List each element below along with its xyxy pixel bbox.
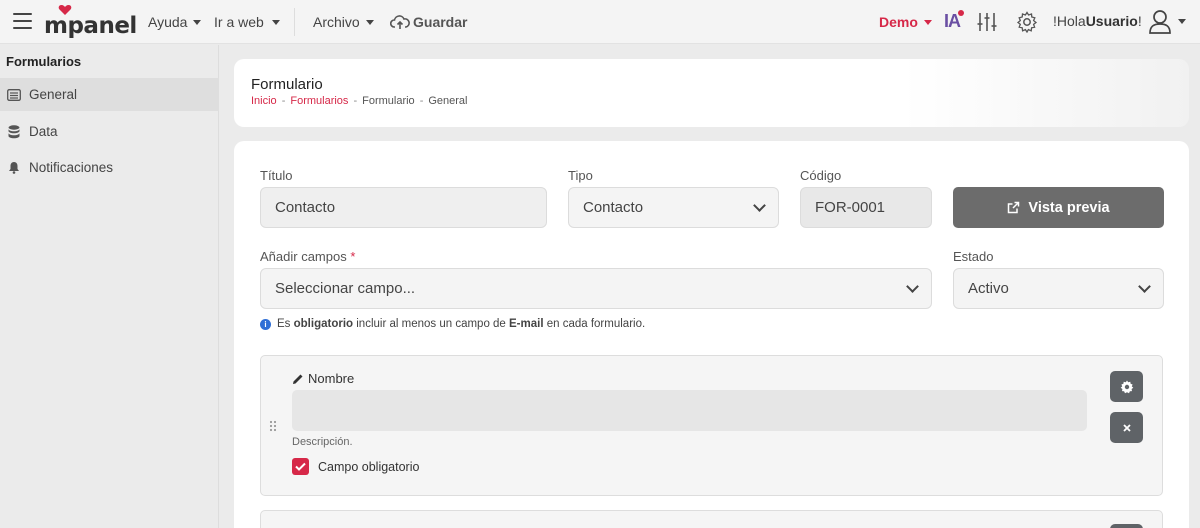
breadcrumb-separator: - [353, 95, 358, 107]
anadir-label: Añadir campos * [260, 249, 356, 264]
sidebar-title: Formularios [6, 54, 82, 69]
caret-down-icon [1178, 19, 1186, 24]
check-icon [295, 462, 306, 471]
field-label-text: Nombre [308, 371, 355, 386]
info-message: i Es obligatorio incluir al menos un cam… [260, 318, 645, 330]
menu-ir-a-web-label: Ir a web [214, 14, 264, 30]
logo[interactable]: mpanel [44, 4, 137, 39]
menu-archivo[interactable]: Archivo [313, 12, 374, 32]
logo-text: mpanel [44, 13, 137, 39]
user-avatar[interactable] [1148, 9, 1186, 34]
top-bar: mpanel Ayuda Ir a web Archivo Guardar De… [0, 0, 1200, 44]
titulo-input[interactable]: Contacto [260, 187, 547, 228]
drag-handle-icon[interactable] [269, 420, 277, 432]
info-icon: i [260, 318, 271, 330]
preview-button[interactable]: Vista previa [953, 187, 1164, 228]
breadcrumb-separator: - [281, 95, 286, 107]
divider [294, 8, 295, 36]
field-remove-button[interactable] [1110, 412, 1143, 443]
titulo-label: Título [260, 168, 293, 183]
titulo-value: Contacto [275, 199, 336, 216]
form-card: Título Contacto Tipo Contacto Código FOR… [234, 141, 1189, 528]
anadir-value: Seleccionar campo... [275, 280, 416, 297]
breadcrumb-separator: - [419, 95, 424, 107]
save-button[interactable]: Guardar [390, 12, 467, 32]
sidebar-item-label: General [29, 87, 78, 102]
breadcrumb: Inicio - Formularios - Formulario - Gene… [251, 95, 468, 107]
field-description: Descripción. [292, 436, 353, 448]
estado-value: Activo [968, 280, 1009, 297]
database-icon [7, 124, 21, 139]
sidebar-item-label: Notificaciones [29, 160, 114, 175]
field-label: Nombre [292, 371, 354, 386]
caret-down-icon [193, 19, 202, 25]
list-icon [7, 88, 21, 102]
required-label: Campo obligatorio [318, 459, 420, 474]
ia-button[interactable]: IA [944, 10, 964, 32]
tipo-value: Contacto [583, 199, 644, 216]
gear-icon [1120, 380, 1133, 393]
caret-down-icon [271, 19, 280, 25]
sidebar-item-general[interactable]: General [0, 78, 219, 111]
tipo-select[interactable]: Contacto [568, 187, 779, 228]
field-block-nombre: Nombre Descripción. Campo obligatorio [260, 355, 1163, 496]
codigo-value: FOR-0001 [815, 199, 886, 216]
hamburger-menu-icon[interactable] [13, 13, 32, 29]
ia-icon: IA [944, 10, 964, 32]
demo-label: Demo [879, 14, 918, 30]
sidebar-item-notificaciones[interactable]: Notificaciones [0, 151, 219, 184]
pencil-icon [293, 374, 303, 384]
required-checkbox[interactable] [292, 458, 309, 475]
estado-label: Estado [953, 249, 994, 264]
field-block-next [260, 510, 1163, 528]
breadcrumb-general: General [428, 95, 468, 107]
estado-select[interactable]: Activo [953, 268, 1164, 309]
field-settings-button[interactable] [1110, 524, 1143, 528]
nombre-input[interactable] [292, 390, 1087, 431]
demo-dropdown[interactable]: Demo [879, 12, 932, 32]
chevron-down-icon [753, 198, 766, 212]
menu-ir-a-web[interactable]: Ir a web [214, 12, 280, 32]
codigo-field: FOR-0001 [800, 187, 932, 228]
sliders-icon[interactable] [976, 11, 998, 33]
cloud-upload-icon [390, 15, 410, 29]
field-settings-button[interactable] [1110, 371, 1143, 402]
chevron-down-icon [906, 279, 919, 293]
anadir-campos-select[interactable]: Seleccionar campo... [260, 268, 932, 309]
caret-down-icon [923, 19, 932, 25]
bell-icon [7, 161, 21, 175]
save-label: Guardar [413, 14, 468, 30]
user-icon [1149, 10, 1171, 34]
menu-ayuda[interactable]: Ayuda [148, 12, 202, 32]
breadcrumb-inicio[interactable]: Inicio [251, 95, 277, 107]
chevron-down-icon [1138, 279, 1151, 293]
required-checkbox-row[interactable]: Campo obligatorio [292, 458, 419, 475]
breadcrumb-formularios[interactable]: Formularios [290, 95, 348, 107]
codigo-label: Código [800, 168, 842, 183]
preview-label: Vista previa [1028, 199, 1110, 216]
close-icon [1122, 423, 1131, 432]
page-header: Formulario Inicio - Formularios - Formul… [234, 59, 1189, 127]
sidebar-item-data[interactable]: Data [0, 115, 219, 148]
menu-archivo-label: Archivo [313, 14, 360, 30]
tipo-label: Tipo [568, 168, 593, 183]
caret-down-icon [365, 19, 374, 25]
page-title: Formulario [251, 76, 323, 93]
breadcrumb-formulario: Formulario [362, 95, 415, 107]
greeting: !Hola Usuario! [1053, 13, 1142, 29]
gear-icon[interactable] [1016, 11, 1038, 33]
sidebar: Formularios General Data Notificaciones [0, 45, 219, 528]
menu-ayuda-label: Ayuda [148, 14, 188, 30]
external-link-icon [1008, 201, 1020, 214]
sidebar-item-label: Data [29, 124, 58, 139]
